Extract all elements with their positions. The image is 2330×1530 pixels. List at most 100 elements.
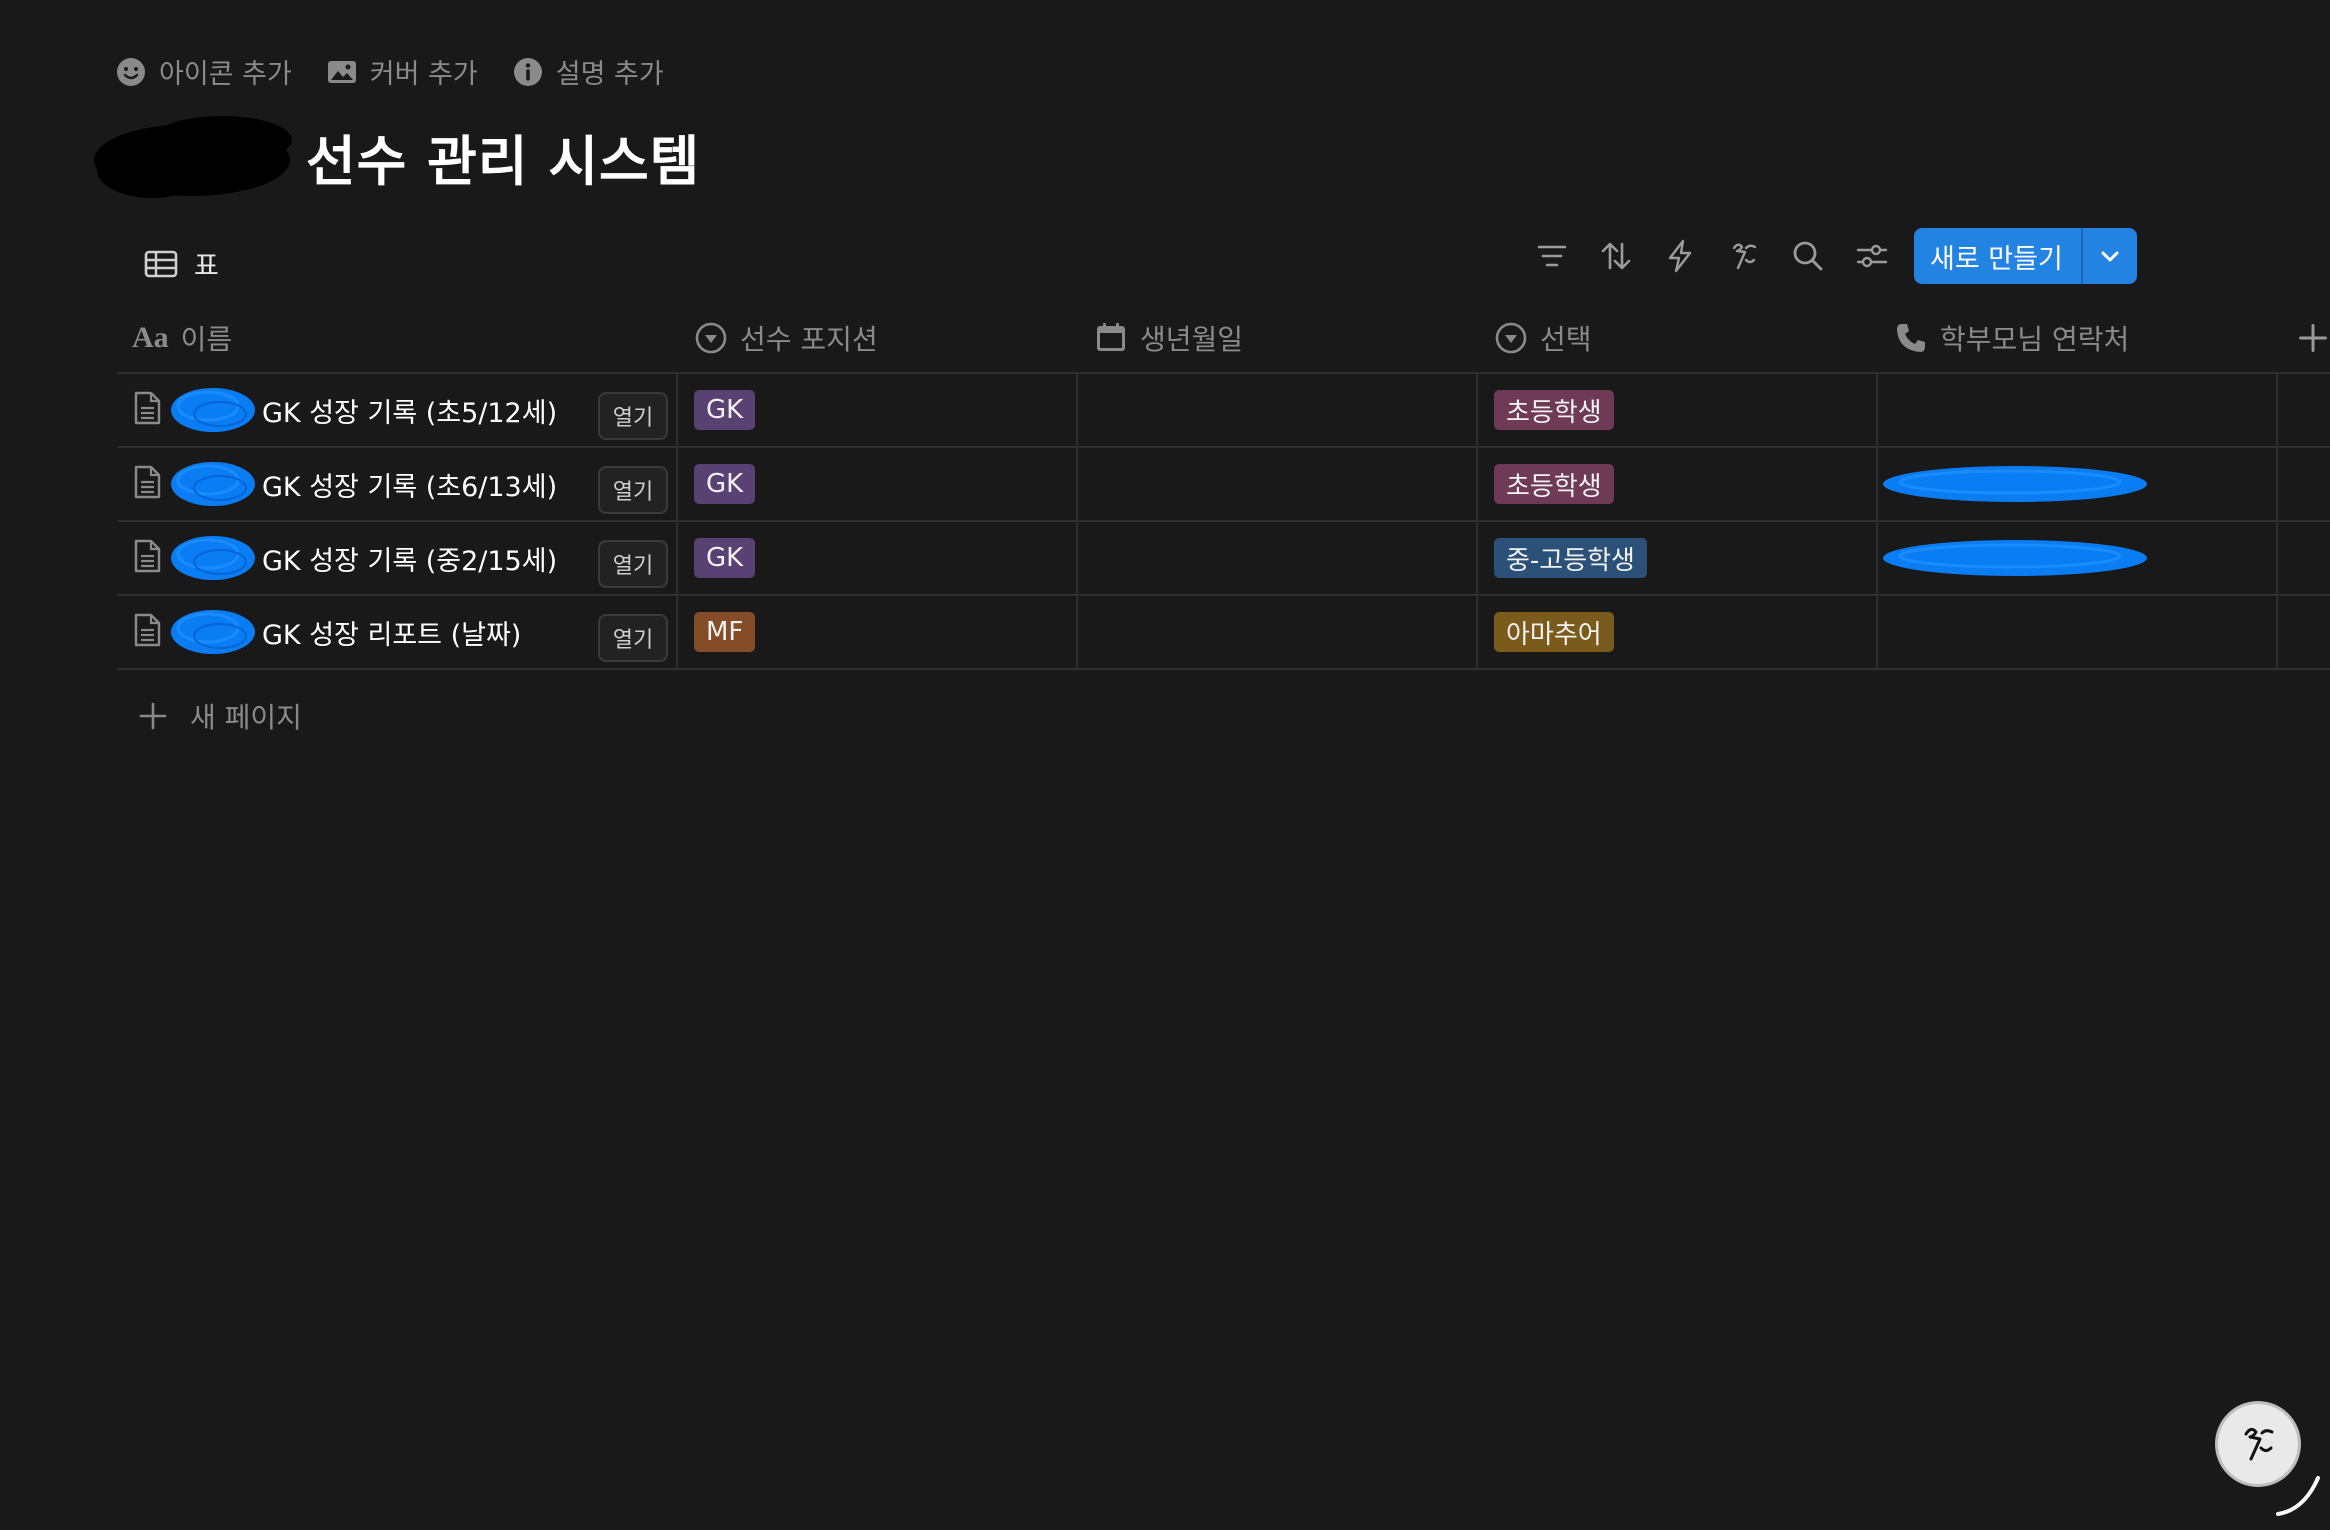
parent-contact-cell[interactable] [1878,374,2278,446]
table-row[interactable]: GK 성장 기록 (중2/15세) 열기 GK 중-고등학생 [118,522,2330,596]
table-icon [144,250,178,277]
chevron-down-icon [2101,251,2119,262]
select-icon [1495,322,1527,354]
new-page-label: 새 페이지 [190,701,302,734]
position-cell[interactable]: GK [678,448,1078,520]
position-tag: GK [694,538,756,578]
view-settings-button[interactable] [1840,228,1904,284]
ai-button[interactable] [1712,228,1776,284]
position-tag: GK [694,464,756,504]
add-icon-button[interactable]: 아이콘 추가 [115,52,292,91]
select-cell[interactable]: 초등학생 [1478,374,1878,446]
position-cell[interactable]: GK [678,374,1078,446]
birthdate-cell[interactable] [1078,522,1478,594]
birthdate-cell[interactable] [1078,596,1478,668]
open-button[interactable]: 열기 [598,614,668,662]
search-icon [1793,241,1823,271]
parent-contact-cell[interactable] [1878,448,2278,520]
select-icon [695,322,727,354]
sliders-icon [1856,244,1888,268]
new-button-group: 새로 만들기 [1914,228,2137,284]
select-cell[interactable]: 아마추어 [1478,596,1878,668]
page-icon [132,539,162,577]
table-row[interactable]: GK 성장 리포트 (날짜) 열기 MF 아마추어 [118,596,2330,670]
select-cell[interactable]: 초등학생 [1478,448,1878,520]
document-icon [134,465,161,499]
add-property-button[interactable] [2278,304,2330,372]
position-cell[interactable]: GK [678,522,1078,594]
add-icon-label: 아이콘 추가 [159,59,292,90]
text-property-icon: Aa [132,321,169,354]
page-actions: 아이콘 추가 커버 추가 설명 추가 [115,52,664,91]
new-options-button[interactable] [2080,228,2137,284]
empty-cell [2278,596,2330,668]
open-button[interactable]: 열기 [598,392,668,440]
sort-icon [1601,242,1631,270]
document-icon [134,539,161,573]
new-button[interactable]: 새로 만들기 [1914,228,2081,284]
column-header-parent-contact[interactable]: 학부모님 연락처 [1878,304,2278,372]
column-header-label: 선수 포지션 [740,323,878,356]
notion-page: 아이콘 추가 커버 추가 설명 추가 선수 관리 시스템 표 새로 만들기 Aa… [0,0,2330,1530]
column-header-position[interactable]: 선수 포지션 [678,304,1078,372]
name-cell[interactable]: GK 성장 리포트 (날짜) 열기 [118,596,678,668]
view-tab-label: 표 [194,251,219,282]
column-header-birthdate[interactable]: 생년월일 [1078,304,1478,372]
corner-mark-icon [2276,1476,2320,1516]
plus-icon [2299,324,2327,352]
row-title[interactable]: GK 성장 기록 (초5/12세) [262,391,557,430]
add-cover-button[interactable]: 커버 추가 [326,52,478,91]
name-cell[interactable]: GK 성장 기록 (초5/12세) 열기 [118,374,678,446]
position-cell[interactable]: MF [678,596,1078,668]
select-tag: 초등학생 [1494,390,1614,430]
document-icon [134,391,161,425]
page-title[interactable]: 선수 관리 시스템 [306,117,700,196]
row-title[interactable]: GK 성장 리포트 (날짜) [262,613,521,652]
name-cell[interactable]: GK 성장 기록 (초6/13세) 열기 [118,448,678,520]
table-row[interactable]: GK 성장 기록 (초6/13세) 열기 GK 초등학생 [118,448,2330,522]
page-icon [132,613,162,651]
birthdate-cell[interactable] [1078,448,1478,520]
phone-icon [1897,324,1925,352]
select-tag: 초등학생 [1494,464,1614,504]
select-tag: 아마추어 [1494,612,1614,652]
add-description-label: 설명 추가 [555,59,664,90]
table-row[interactable]: GK 성장 기록 (초5/12세) 열기 GK 초등학생 [118,374,2330,448]
image-icon [327,60,356,83]
column-header-label: 선택 [1540,323,1592,356]
filter-icon [1537,245,1567,267]
search-button[interactable] [1776,228,1840,284]
redaction-scribble [171,536,255,580]
position-tag: MF [694,612,756,652]
table-body: GK 성장 기록 (초5/12세) 열기 GK 초등학생 GK 성장 기록 (초6/13… [118,374,2330,670]
select-cell[interactable]: 중-고등학생 [1478,522,1878,594]
parent-contact-cell[interactable] [1878,522,2278,594]
sort-button[interactable] [1584,228,1648,284]
view-tab-table[interactable]: 표 [144,244,219,283]
position-tag: GK [694,390,756,430]
open-button[interactable]: 열기 [598,540,668,588]
name-cell[interactable]: GK 성장 기록 (중2/15세) 열기 [118,522,678,594]
redaction-scribble [1883,466,2147,502]
new-page-button[interactable]: 새 페이지 [138,696,302,736]
parent-contact-cell[interactable] [1878,596,2278,668]
redaction-scribble [1883,540,2147,576]
document-icon [134,613,161,647]
column-header-name[interactable]: Aa 이름 [118,304,678,372]
calendar-icon [1097,323,1125,351]
filter-button[interactable] [1520,228,1584,284]
page-icon [132,465,162,503]
add-description-button[interactable]: 설명 추가 [512,52,664,91]
ai-face-icon [2244,1427,2274,1461]
empty-cell [2278,374,2330,446]
info-icon [513,57,542,86]
ai-face-icon [1732,243,1757,270]
row-title[interactable]: GK 성장 기록 (초6/13세) [262,465,557,504]
column-header-select[interactable]: 선택 [1478,304,1878,372]
open-button[interactable]: 열기 [598,466,668,514]
title-row: 선수 관리 시스템 [92,110,700,202]
automation-button[interactable] [1648,228,1712,284]
select-tag: 중-고등학생 [1494,538,1647,578]
row-title[interactable]: GK 성장 기록 (중2/15세) [262,539,557,578]
birthdate-cell[interactable] [1078,374,1478,446]
